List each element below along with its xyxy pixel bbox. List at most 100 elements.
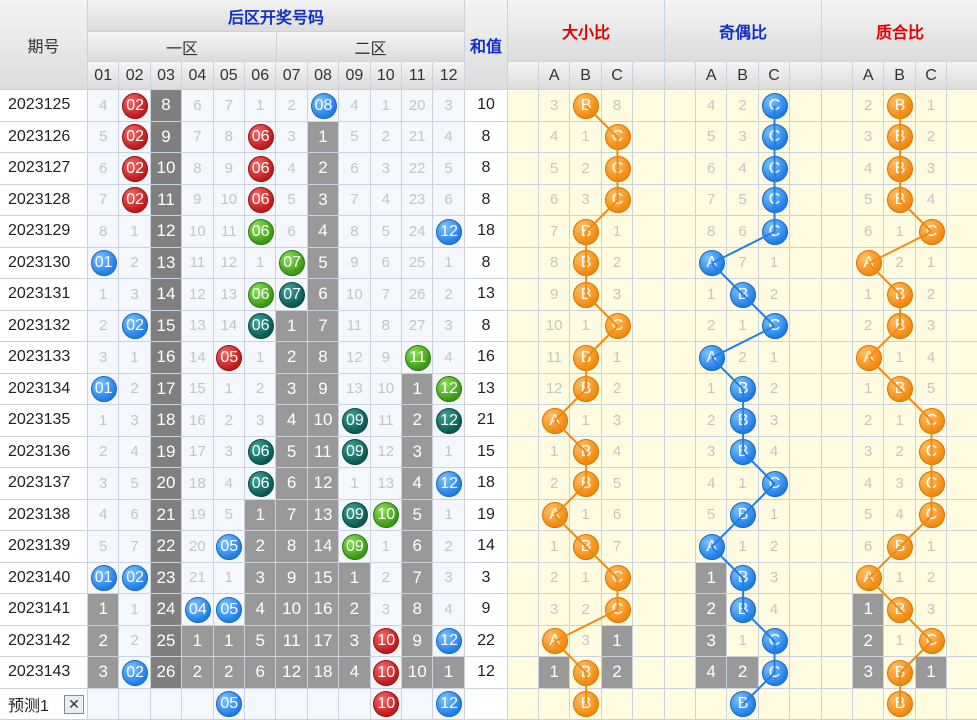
number-cell-missing-count: 1 <box>245 499 277 531</box>
number-ball-06: 06 <box>247 470 274 497</box>
ratio-spacer <box>633 436 665 468</box>
number-ball-05: 05 <box>216 344 243 371</box>
ratio-cell-missing-count: 1 <box>601 625 634 657</box>
ratio-spacer <box>822 594 853 626</box>
number-cell: 2 <box>213 405 245 437</box>
number-cell-missing-count: 8 <box>276 531 308 563</box>
ratio-cell: 1 <box>884 342 916 374</box>
number-cell: 12 <box>213 247 245 279</box>
number-ball-06: 06 <box>247 439 274 466</box>
number-cell: 11 <box>370 405 402 437</box>
ratio-spacer <box>665 216 696 248</box>
header-period: 期号 <box>0 0 88 90</box>
number-cell: 2 <box>88 310 120 342</box>
number-cell: 4 <box>370 184 402 216</box>
number-cell-missing-count: 1 <box>213 625 245 657</box>
ratio-ball-C: C <box>761 187 788 214</box>
number-cell: 2 <box>433 531 465 563</box>
number-cell: 5 <box>433 153 465 185</box>
ratio-ball-C: C <box>604 565 631 592</box>
ratio-cell: 6 <box>539 184 571 216</box>
ratio-cell: 2 <box>758 531 791 563</box>
ratio-spacer <box>947 121 977 153</box>
number-cell: 12 <box>370 436 402 468</box>
sum-cell: 21 <box>465 405 508 437</box>
number-cell-missing-count: 1 <box>88 594 120 626</box>
number-cell-missing-count: 15 <box>150 310 183 342</box>
ratio-ball-B: B <box>887 155 914 182</box>
ratio-cell: 12 <box>539 373 571 405</box>
ratio-cell-missing-count: 1 <box>853 594 885 626</box>
number-cell: 10 <box>182 216 214 248</box>
number-ball-09: 09 <box>341 502 368 529</box>
number-cell: 2 <box>119 625 151 657</box>
number-cell-missing-count: 6 <box>245 657 277 689</box>
ratio-spacer <box>790 594 822 626</box>
ratio-spacer <box>947 310 977 342</box>
ratio-spacer <box>665 688 696 720</box>
ratio-spacer <box>508 436 539 468</box>
header-abc-spacer <box>947 62 977 90</box>
ratio-spacer <box>822 342 853 374</box>
number-cell: 1 <box>433 436 465 468</box>
ratio-ball-A: A <box>855 250 882 277</box>
number-cell: 1 <box>88 279 120 311</box>
number-cell-missing-count: 11 <box>307 436 340 468</box>
ratio-ball-C: C <box>918 628 945 655</box>
ratio-spacer <box>822 531 853 563</box>
ratio-cell: 3 <box>915 153 948 185</box>
ratio-spacer <box>508 310 539 342</box>
ratio-spacer <box>822 688 853 720</box>
ratio-spacer <box>947 531 977 563</box>
ratio-spacer <box>633 468 665 500</box>
ratio-ball-A: A <box>541 502 568 529</box>
ratio-cell: 1 <box>570 562 602 594</box>
ratio-spacer <box>665 310 696 342</box>
number-ball-06: 06 <box>247 155 274 182</box>
ratio-cell <box>915 688 948 720</box>
ratio-spacer <box>947 499 977 531</box>
ratio-spacer <box>633 184 665 216</box>
number-cell: 3 <box>276 121 308 153</box>
number-cell: 4 <box>433 594 465 626</box>
number-cell: 1 <box>245 247 277 279</box>
number-cell-missing-count: 2 <box>182 657 214 689</box>
number-ball-04: 04 <box>184 596 211 623</box>
number-cell-missing-count: 1 <box>402 373 434 405</box>
number-cell-missing-count: 6 <box>307 279 340 311</box>
ratio-spacer <box>790 373 822 405</box>
number-ball-10: 10 <box>373 659 400 686</box>
sum-cell: 18 <box>465 468 508 500</box>
period-cell: 2023138 <box>0 499 88 531</box>
number-cell: 13 <box>182 310 214 342</box>
ratio-cell: 1 <box>884 625 916 657</box>
ratio-cell: 1 <box>570 405 602 437</box>
ratio-cell: 1 <box>727 625 759 657</box>
number-cell-missing-count: 3 <box>402 436 434 468</box>
ratio-cell: 5 <box>853 184 885 216</box>
ratio-cell: 7 <box>601 531 634 563</box>
ratio-ball-C: C <box>761 628 788 655</box>
ratio-ball-B: B <box>573 218 600 245</box>
number-cell <box>182 688 214 720</box>
number-cell: 14 <box>213 310 245 342</box>
ratio-spacer <box>822 153 853 185</box>
period-cell: 2023142 <box>0 625 88 657</box>
number-cell: 6 <box>433 184 465 216</box>
ratio-ball-A: A <box>698 533 725 560</box>
header-pr-C: C <box>915 62 948 90</box>
number-cell-missing-count: 13 <box>150 247 183 279</box>
ratio-cell: 2 <box>853 90 885 122</box>
ratio-cell: 5 <box>915 373 948 405</box>
ratio-ball-B: B <box>730 596 757 623</box>
number-cell: 3 <box>245 405 277 437</box>
forecast-close-button[interactable]: ✕ <box>64 694 84 714</box>
ratio-spacer <box>947 468 977 500</box>
number-ball-06: 06 <box>247 187 274 214</box>
period-cell: 2023136 <box>0 436 88 468</box>
number-cell: 19 <box>182 499 214 531</box>
number-cell: 1 <box>339 468 371 500</box>
number-cell: 6 <box>370 247 402 279</box>
header-sum: 和值 <box>465 0 508 90</box>
number-cell: 5 <box>370 216 402 248</box>
